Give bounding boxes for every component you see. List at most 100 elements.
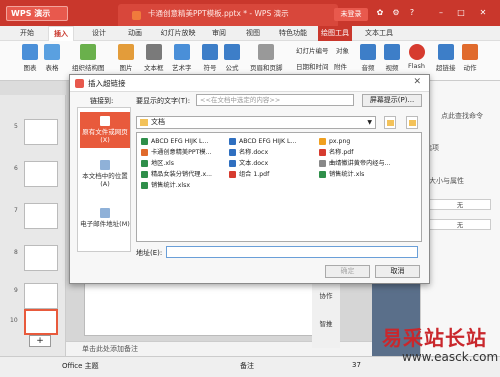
file-item[interactable]: 销售统计.xlsx [141,181,190,190]
png-file-icon [319,138,326,145]
slide-thumbnail[interactable] [24,283,58,309]
current-slide[interactable] [84,276,320,336]
chart-button[interactable]: 图表 [22,44,38,72]
folder-up-icon [387,120,394,126]
tab-design[interactable]: 设计 [86,26,112,41]
address-input[interactable] [166,246,418,258]
tab-insert[interactable]: 插入 [48,26,74,41]
ok-button[interactable]: 确定 [325,265,370,278]
org-chart-button[interactable]: 组织结构图 [72,44,105,72]
close-icon[interactable]: ✕ [413,77,421,87]
tab-features[interactable]: 特色功能 [276,26,310,41]
formula-button[interactable]: 公式 [224,44,240,72]
file-item[interactable]: 卡通创意精美PPT模... [141,148,211,157]
email-icon [100,208,110,218]
tab-drawing-tools[interactable]: 绘图工具 [318,26,352,41]
login-button[interactable]: 未登录 [334,8,368,21]
link-icon [437,44,454,60]
screen-tip-button[interactable]: 屏幕提示(P)... [362,94,422,107]
slide-number-button[interactable]: 幻灯片编号 [296,45,329,55]
settings-icon[interactable]: ⚙ [391,8,401,18]
video-button[interactable]: 视频 [384,44,400,72]
folder-select[interactable]: 文档 ▼ [136,116,376,129]
slide-thumbnail[interactable] [24,161,58,187]
help-icon[interactable]: ? [407,8,417,18]
notes-toggle[interactable]: 备注 [240,361,254,371]
file-icon [100,116,110,126]
tab-view[interactable]: 视图 [240,26,266,41]
header-footer-icon [258,44,275,60]
object-button[interactable]: 对象 [336,45,349,55]
tab-slideshow[interactable]: 幻灯片放映 [158,26,198,41]
property-value[interactable]: 无 [429,199,491,210]
file-item[interactable]: 文本.docx [229,159,268,168]
date-time-button[interactable]: 日期和时间 [296,61,329,71]
command-search[interactable]: 点此查找命令 [441,111,483,121]
textbox-button[interactable]: 文本框 [144,44,164,72]
action-button[interactable]: 动作 [462,44,478,72]
cancel-button[interactable]: 取消 [375,265,420,278]
speaker-icon [360,44,376,60]
slide-thumbnail[interactable] [24,203,58,229]
slide-number: 8 [14,249,18,256]
display-text-input[interactable]: <<在文档中选定的内容>> [196,94,354,106]
minimize-icon[interactable]: – [436,8,446,18]
slide-thumbnail[interactable] [24,245,58,271]
document-tab[interactable]: 卡通创意精美PPT模板.pptx * - WPS 演示 [118,4,338,26]
file-item[interactable]: ABCD EFG HIJK L... [141,137,208,146]
watermark: 易采站长站 www.easck.com [360,320,500,377]
folder-up-button[interactable] [384,116,396,129]
nav-this-document[interactable]: 本文档中的位置(A) [80,160,130,188]
tab-review[interactable]: 审阅 [206,26,232,41]
smart-push-button[interactable]: 智推 [312,318,340,328]
slide-thumbnail-selected[interactable] [24,309,58,335]
video-icon [384,44,400,60]
tab-home[interactable]: 开始 [14,26,40,41]
slide-number: 7 [14,207,18,214]
add-slide-button[interactable]: + [29,335,51,347]
pdf-file-icon [229,171,236,178]
tab-text-tools[interactable]: 文本工具 [362,26,396,41]
document-icon [100,160,110,170]
file-item[interactable]: 销售统计.xls [319,170,364,179]
symbol-button[interactable]: 符号 [202,44,218,72]
nav-email[interactable]: 电子邮件地址(M) [80,208,130,228]
watermark-text: 易采站长站 [382,326,487,350]
app-menu-button[interactable]: WPS 演示 [6,6,68,21]
skin-icon[interactable]: ✿ [375,8,385,18]
maximize-icon[interactable]: □ [456,8,466,18]
size-property-tab[interactable]: 大小与属性 [429,176,464,186]
header-footer-button[interactable]: 页眉和页脚 [250,44,283,72]
flash-icon [408,44,425,60]
close-window-icon[interactable]: ✕ [478,8,488,18]
wordart-button[interactable]: 艺术字 [172,44,192,72]
file-item[interactable]: 曲靖徽讲黄帝内经与... [319,159,391,168]
browse-folder-button[interactable] [406,116,418,129]
audio-button[interactable]: 音频 [360,44,376,72]
textbox-icon [145,44,162,60]
slide-thumbnail[interactable] [24,119,58,145]
file-item[interactable]: 组合 1.pdf [229,170,269,179]
file-item[interactable]: 名称.pdf [319,148,353,157]
flash-button[interactable]: Flash [408,44,425,70]
file-item[interactable]: 地区.xls [141,159,174,168]
hyperlink-button[interactable]: 超链接 [436,44,456,72]
tab-animation[interactable]: 动画 [122,26,148,41]
link-to-label: 链接到: [90,97,114,105]
wordart-icon [173,44,190,60]
file-item[interactable]: ABCD EFG HIJK L... [229,137,296,146]
chart-icon [22,44,38,60]
ppt-file-icon [132,11,141,20]
attachment-button[interactable]: 附件 [334,61,347,71]
table-button[interactable]: 表格 [44,44,60,72]
property-value[interactable]: 无 [429,219,491,230]
folder-icon [140,119,148,126]
dialog-title-bar: 插入超链接 ✕ [70,75,429,92]
collab-button[interactable]: 协作 [312,290,340,300]
file-item[interactable]: 精品女装分销代理.x... [141,170,212,179]
picture-button[interactable]: 图片 [118,44,134,72]
nav-existing-file[interactable]: 原有文件或网页(X) [80,112,130,148]
doc-file-icon [229,160,236,167]
file-item[interactable]: 名称.docx [229,148,268,157]
file-item[interactable]: px.png [319,137,350,146]
